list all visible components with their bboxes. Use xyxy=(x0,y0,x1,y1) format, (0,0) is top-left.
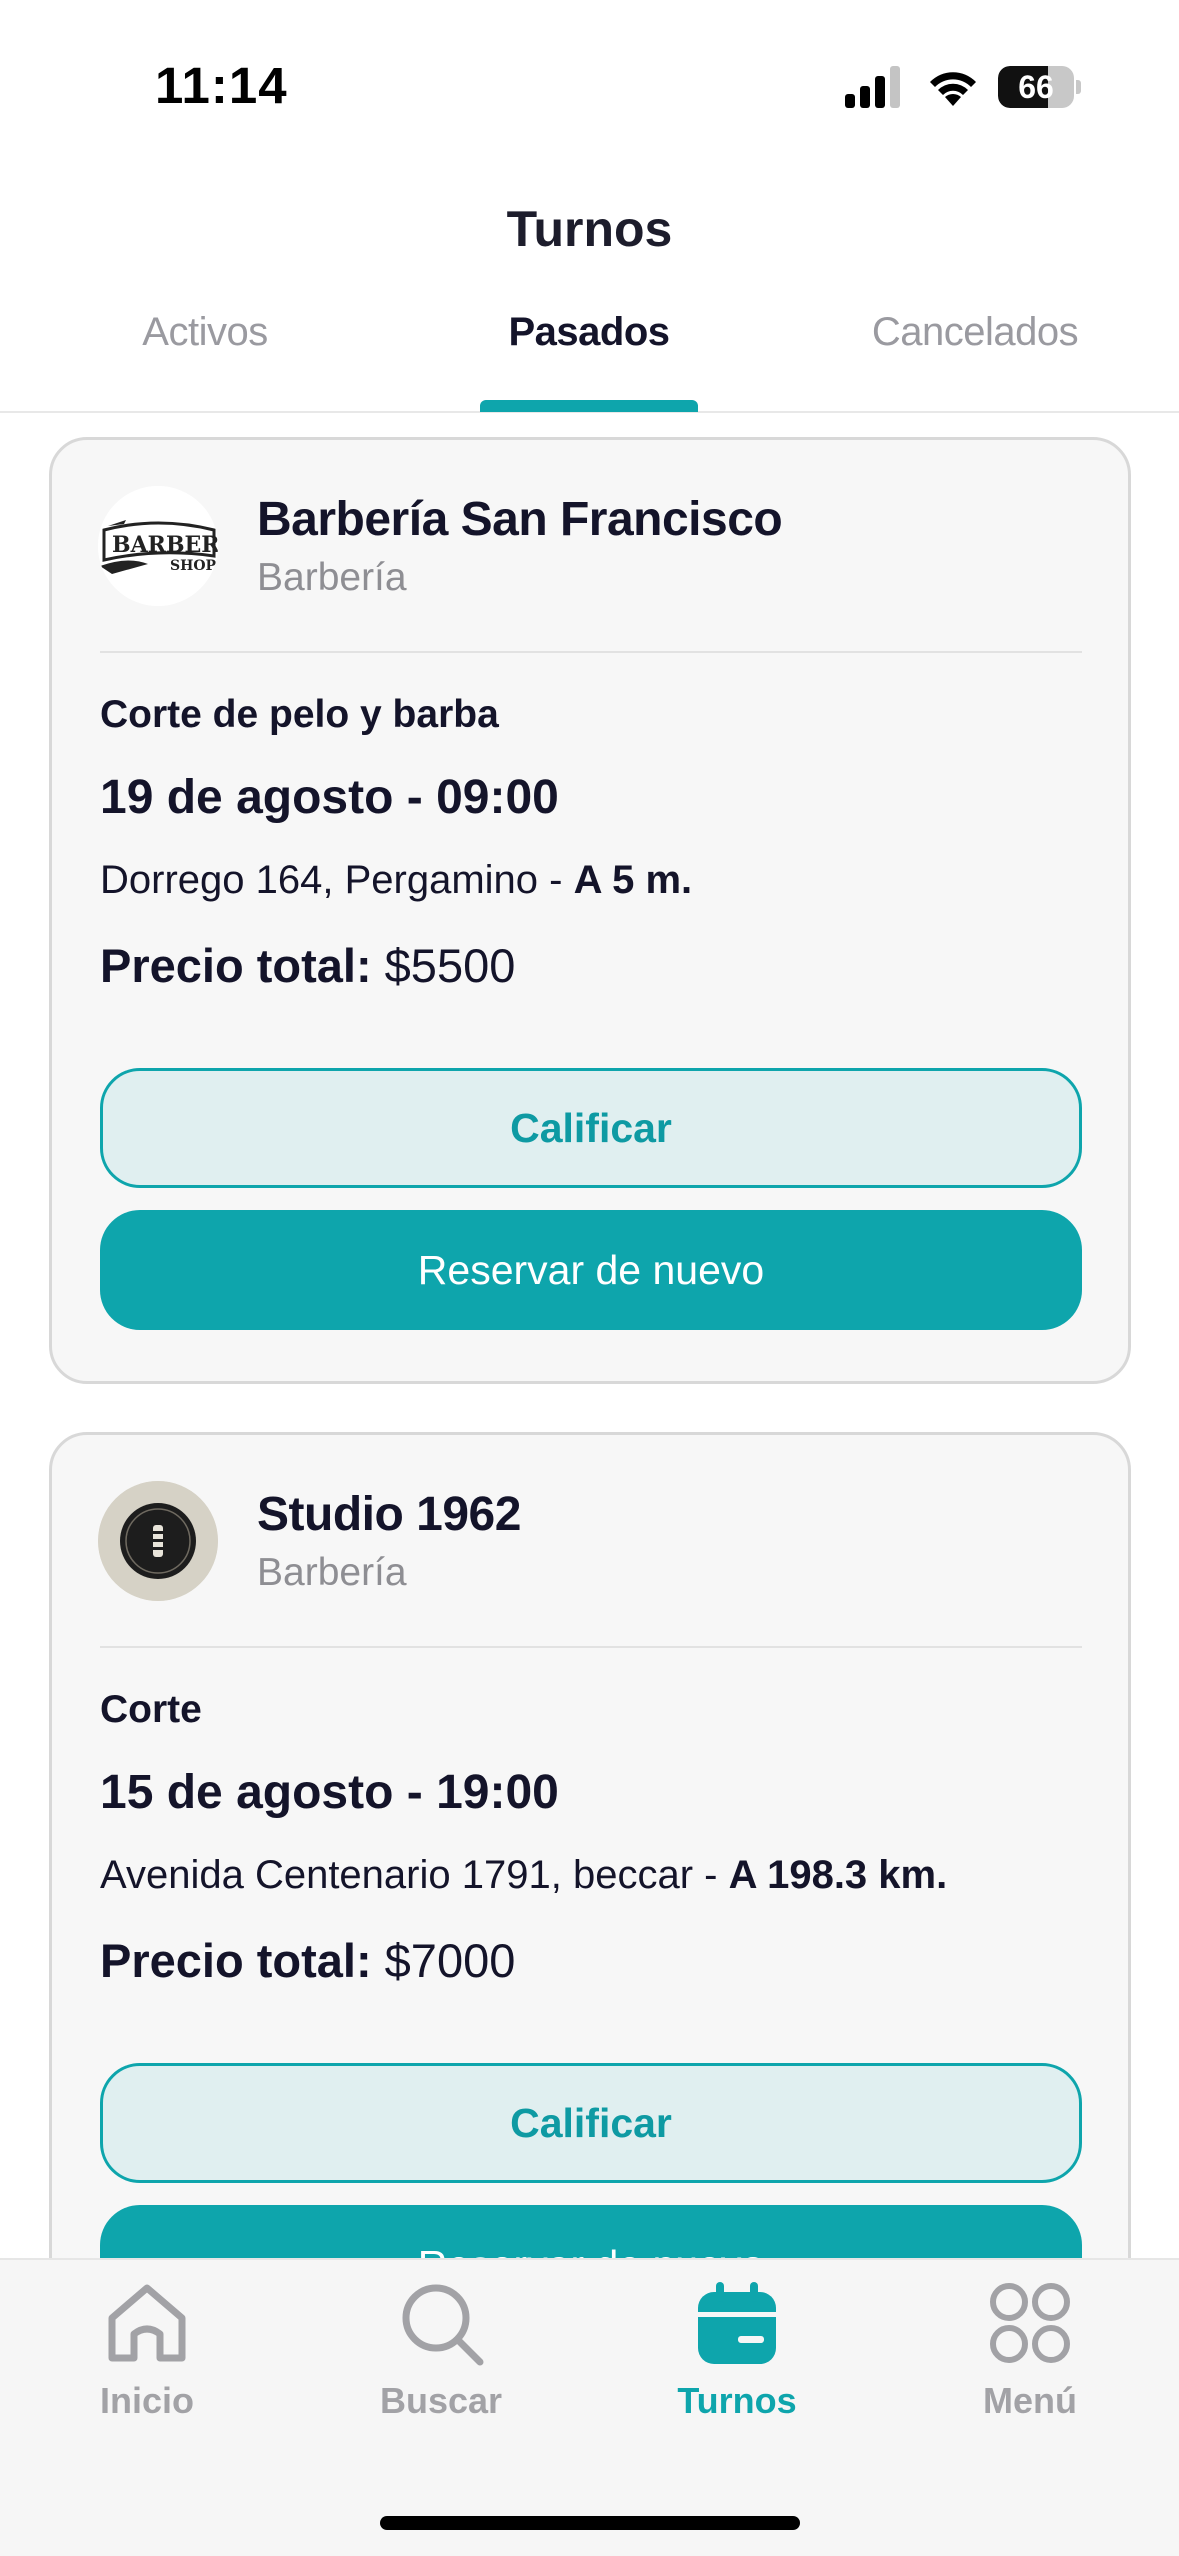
shop-name: Barbería San Francisco xyxy=(257,493,783,546)
signal-icon xyxy=(845,66,900,108)
distance: A 5 m. xyxy=(573,858,693,902)
barber-shop-logo-icon: BARBER SHOP xyxy=(98,486,218,606)
status-time: 11:14 xyxy=(155,57,288,114)
home-icon xyxy=(108,2284,186,2362)
nav-item-menu[interactable]: Menú xyxy=(920,2278,1140,2428)
page-title: Turnos xyxy=(506,201,673,257)
nav-label: Turnos xyxy=(677,2380,797,2421)
appointment-card: Studio 1962 Barbería Corte 15 de agosto … xyxy=(49,1432,1131,2258)
appointments-list[interactable]: BARBER SHOP Barbería San Francisco Barbe… xyxy=(0,415,1179,2258)
address-text: Dorrego 164, Pergamino xyxy=(100,858,539,902)
tab-bar: Activos Pasados Cancelados xyxy=(0,300,1179,413)
tab-cancelados[interactable]: Cancelados xyxy=(810,300,1140,413)
grid-icon xyxy=(990,2283,1070,2363)
price: Precio total: $5500 xyxy=(100,938,515,993)
distance: A 198.3 km. xyxy=(728,1853,948,1897)
home-indicator xyxy=(380,2516,800,2530)
nav-label: Inicio xyxy=(99,2380,194,2421)
appointment-datetime: 15 de agosto - 19:00 xyxy=(100,1766,559,1819)
service-name: Corte xyxy=(100,1688,202,1731)
nav-label: Buscar xyxy=(379,2380,503,2421)
studio-logo-icon xyxy=(98,1481,218,1601)
nav-label: Menú xyxy=(983,2380,1077,2421)
divider xyxy=(100,1646,1082,1648)
price-value: $7000 xyxy=(384,1934,516,1987)
nav-item-turnos[interactable]: Turnos xyxy=(627,2278,847,2428)
address: Dorrego 164, Pergamino - A 5 m. xyxy=(100,858,692,903)
shop-category: Barbería xyxy=(257,556,407,599)
active-tab-indicator xyxy=(480,400,698,412)
rate-button[interactable]: Calificar xyxy=(100,2063,1082,2183)
address-text: Avenida Centenario 1791, beccar xyxy=(100,1853,694,1897)
tab-activos[interactable]: Activos xyxy=(40,300,370,413)
svg-text:BARBER: BARBER xyxy=(112,532,218,558)
appointment-card: BARBER SHOP Barbería San Francisco Barbe… xyxy=(49,437,1131,1384)
appointment-datetime: 19 de agosto - 09:00 xyxy=(100,771,559,824)
wifi-icon xyxy=(930,72,976,106)
price: Precio total: $7000 xyxy=(100,1933,515,1988)
bottom-nav: Inicio Buscar Turnos Menú xyxy=(0,2258,1179,2556)
rate-button[interactable]: Calificar xyxy=(100,1068,1082,1188)
tab-pasados[interactable]: Pasados xyxy=(424,300,754,413)
shop-category: Barbería xyxy=(257,1551,407,1594)
price-label: Precio total: xyxy=(100,939,372,992)
status-bar: 11:14 66 xyxy=(0,0,1179,170)
shop-logo: BARBER SHOP xyxy=(98,486,218,606)
nav-item-buscar[interactable]: Buscar xyxy=(331,2278,551,2428)
book-again-button[interactable]: Reservar de nuevo xyxy=(100,1210,1082,1330)
divider xyxy=(100,651,1082,653)
shop-name: Studio 1962 xyxy=(257,1488,521,1541)
service-name: Corte de pelo y barba xyxy=(100,693,499,736)
price-value: $5500 xyxy=(384,939,516,992)
battery-icon: 66 xyxy=(998,66,1081,108)
calendar-icon xyxy=(698,2282,776,2364)
address: Avenida Centenario 1791, beccar - A 198.… xyxy=(100,1853,947,1898)
nav-item-inicio[interactable]: Inicio xyxy=(37,2278,257,2428)
book-again-button[interactable]: Reservar de nuevo xyxy=(100,2205,1082,2258)
search-icon xyxy=(402,2284,484,2366)
battery-level: 66 xyxy=(1018,69,1054,105)
svg-text:SHOP: SHOP xyxy=(170,558,217,574)
address-separator: - xyxy=(538,858,574,902)
address-separator: - xyxy=(693,1853,729,1897)
price-label: Precio total: xyxy=(100,1934,372,1987)
shop-logo xyxy=(98,1481,218,1601)
